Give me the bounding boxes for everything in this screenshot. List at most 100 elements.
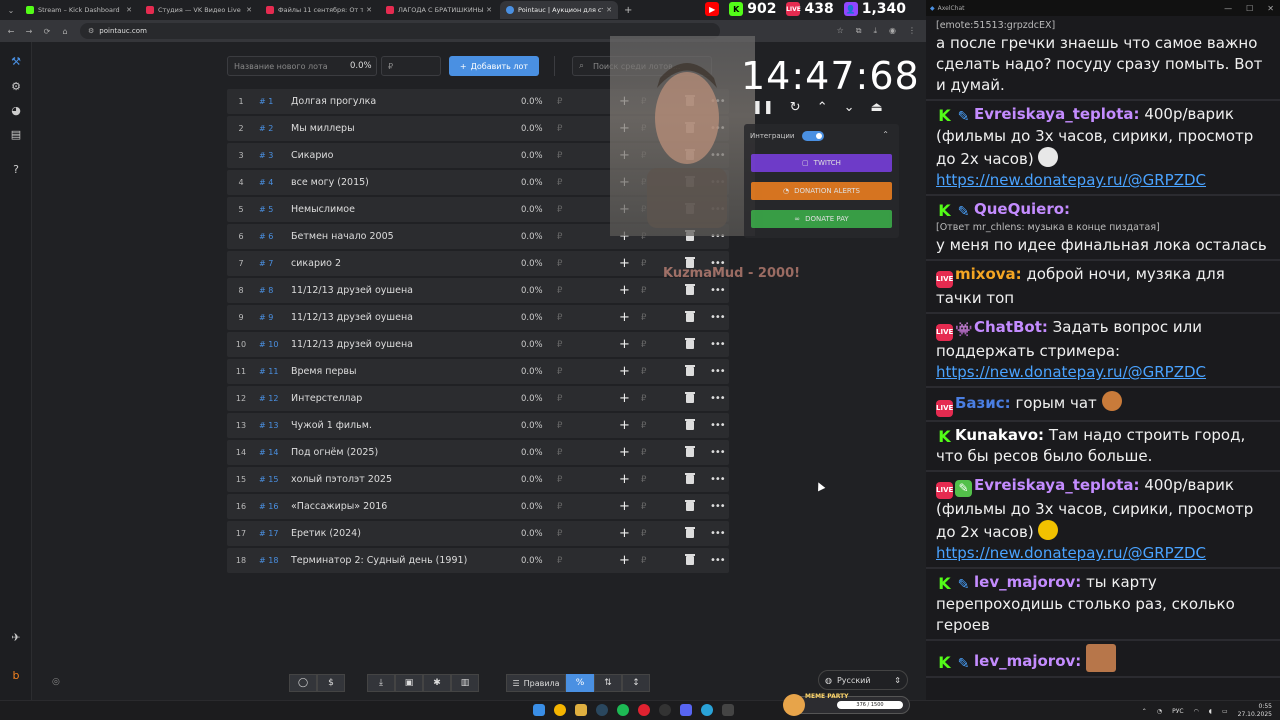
- chat-nick[interactable]: Kunakavo:: [955, 426, 1044, 444]
- plus-icon[interactable]: +: [619, 445, 630, 460]
- lot-id[interactable]: # 18: [255, 556, 291, 565]
- lot-row[interactable]: 17 # 17 Еретик (2024) 0.0% ₽ + ₽ •••: [227, 521, 729, 546]
- chat-nick[interactable]: QueQuiero:: [974, 200, 1070, 218]
- lot-add-amount-input[interactable]: ₽: [641, 340, 646, 350]
- trash-icon[interactable]: [685, 419, 695, 430]
- trash-icon[interactable]: [685, 338, 695, 349]
- lot-add-amount-input[interactable]: ₽: [641, 259, 646, 269]
- tray-chevron-icon[interactable]: ⌃: [1142, 708, 1147, 715]
- lot-row[interactable]: 14 # 14 Под огнём (2025) 0.0% ₽ + ₽ •••: [227, 440, 729, 465]
- more-icon[interactable]: •••: [710, 447, 726, 458]
- lot-row[interactable]: 8 # 8 11/12/13 друзей оушена 0.0% ₽ + ₽ •••: [227, 278, 729, 303]
- lot-name[interactable]: Сикарио: [291, 150, 517, 161]
- trash-icon[interactable]: [685, 554, 695, 565]
- lot-name[interactable]: холый пэтолэт 2025: [291, 474, 517, 485]
- lot-row[interactable]: 9 # 9 11/12/13 друзей оушена 0.0% ₽ + ₽ •••: [227, 305, 729, 330]
- lot-add-amount-input[interactable]: ₽: [641, 556, 646, 566]
- plus-icon[interactable]: +: [619, 499, 630, 514]
- site-info-icon[interactable]: ⚙: [88, 27, 94, 35]
- spotify-icon[interactable]: [617, 704, 629, 716]
- compact-icon[interactable]: ⇅: [594, 674, 622, 692]
- tab-files[interactable]: Файлы 11 сентября: От трагедии✕: [260, 1, 378, 19]
- steam-icon[interactable]: [596, 704, 608, 716]
- more-icon[interactable]: •••: [710, 501, 726, 512]
- more-icon[interactable]: •••: [710, 366, 726, 377]
- trash-icon[interactable]: [685, 473, 695, 484]
- plus-icon[interactable]: +: [619, 526, 630, 541]
- volume-icon[interactable]: ◖: [1209, 708, 1212, 715]
- lot-id[interactable]: # 14: [255, 448, 291, 457]
- lot-add-amount-input[interactable]: ₽: [641, 313, 646, 323]
- trash-icon[interactable]: [685, 446, 695, 457]
- close-icon[interactable]: ✕: [126, 6, 132, 14]
- lot-id[interactable]: # 7: [255, 259, 291, 268]
- plus-icon[interactable]: +: [619, 256, 630, 271]
- minimize-icon[interactable]: —: [1224, 4, 1232, 13]
- explorer-icon[interactable]: [575, 704, 587, 716]
- plus-icon[interactable]: +: [619, 310, 630, 325]
- wheel-icon[interactable]: ◕: [9, 103, 23, 117]
- donate-link[interactable]: https://new.donatepay.ru/@GRPZDC: [936, 544, 1206, 562]
- chat-nick[interactable]: Evreiskaya_teplota:: [974, 105, 1140, 123]
- lot-name[interactable]: Мы миллеры: [291, 123, 517, 134]
- more-icon[interactable]: •••: [710, 528, 726, 539]
- lot-id[interactable]: # 5: [255, 205, 291, 214]
- lot-id[interactable]: # 12: [255, 394, 291, 403]
- input-language[interactable]: РУС: [1172, 708, 1183, 715]
- trash-icon[interactable]: [685, 365, 695, 376]
- clock[interactable]: 0:55 27.10.2025: [1238, 703, 1272, 719]
- extension-icon[interactable]: ⧉: [856, 26, 862, 36]
- bookmark-icon[interactable]: ☆: [837, 26, 844, 36]
- lot-name[interactable]: все могу (2015): [291, 177, 517, 188]
- lot-name[interactable]: 11/12/13 друзей оушена: [291, 285, 517, 296]
- new-tab-button[interactable]: +: [624, 5, 632, 16]
- chat-nick[interactable]: mixova:: [955, 265, 1022, 283]
- maximize-icon[interactable]: ☐: [1246, 4, 1253, 13]
- lot-name[interactable]: Долгая прогулка: [291, 96, 517, 107]
- twitch-integration-button[interactable]: ▢ TWITCH: [751, 154, 892, 172]
- lot-row[interactable]: 11 # 11 Время первы 0.0% ₽ + ₽ •••: [227, 359, 729, 384]
- more-icon[interactable]: •••: [710, 285, 726, 296]
- rules-button[interactable]: ☰ Правила: [506, 674, 566, 692]
- lot-name[interactable]: Бетмен начало 2005: [291, 231, 517, 242]
- language-select[interactable]: ◍ Русский ⇕: [818, 670, 908, 690]
- lot-name[interactable]: 11/12/13 друзей оушена: [291, 312, 517, 323]
- integrations-toggle[interactable]: [802, 131, 824, 141]
- trash-icon[interactable]: [685, 311, 695, 322]
- lot-add-amount-input[interactable]: ₽: [641, 502, 646, 512]
- sort-icon[interactable]: ↕: [622, 674, 650, 692]
- lot-name[interactable]: Интерстеллар: [291, 393, 517, 404]
- help-icon[interactable]: ?: [9, 162, 23, 176]
- plus-icon[interactable]: +: [619, 391, 630, 406]
- lot-id[interactable]: # 3: [255, 151, 291, 160]
- lot-add-amount-input[interactable]: ₽: [641, 529, 646, 539]
- lot-name[interactable]: Немыслимое: [291, 204, 517, 215]
- lot-row[interactable]: 18 # 18 Терминатор 2: Судный день (1991) 0.…: [227, 548, 729, 573]
- more-icon[interactable]: •••: [710, 420, 726, 431]
- lot-id[interactable]: # 9: [255, 313, 291, 322]
- close-icon[interactable]: ✕: [1267, 4, 1274, 13]
- lot-add-amount-input[interactable]: ₽: [641, 421, 646, 431]
- chevron-up-double-icon[interactable]: ⏏: [871, 100, 883, 115]
- tab-lagoda[interactable]: ЛАГОДА С БРАТИШКИНЫМ И✕: [380, 1, 498, 19]
- lot-add-amount-input[interactable]: ₽: [641, 475, 646, 485]
- donate-dollar-icon[interactable]: $: [317, 674, 345, 692]
- lot-id[interactable]: # 15: [255, 475, 291, 484]
- telegram-icon[interactable]: ✈: [9, 630, 23, 644]
- auction-icon[interactable]: ⚒: [9, 54, 23, 68]
- lot-row[interactable]: 13 # 13 Чужой 1 фильм. 0.0% ₽ + ₽ •••: [227, 413, 729, 438]
- lot-name[interactable]: Еретик (2024): [291, 528, 517, 539]
- plus-icon[interactable]: +: [619, 364, 630, 379]
- lot-id[interactable]: # 17: [255, 529, 291, 538]
- collapse-icon[interactable]: ⌃: [882, 130, 889, 139]
- boosty-icon[interactable]: b: [9, 668, 23, 682]
- chrome-icon[interactable]: [554, 704, 566, 716]
- more-icon[interactable]: •••: [710, 474, 726, 485]
- lot-add-amount-input[interactable]: ₽: [641, 286, 646, 296]
- lot-row[interactable]: 16 # 16 «Пассажиры» 2016 0.0% ₽ + ₽ •••: [227, 494, 729, 519]
- tab-vk-studio[interactable]: Студия — VK Видео Live ✕: [140, 1, 258, 19]
- chat-nick[interactable]: lev_majorov:: [974, 652, 1081, 670]
- lot-name[interactable]: 11/12/13 друзей оушена: [291, 339, 517, 350]
- menu-icon[interactable]: ⋮: [908, 26, 916, 36]
- save-icon[interactable]: ▣: [395, 674, 423, 692]
